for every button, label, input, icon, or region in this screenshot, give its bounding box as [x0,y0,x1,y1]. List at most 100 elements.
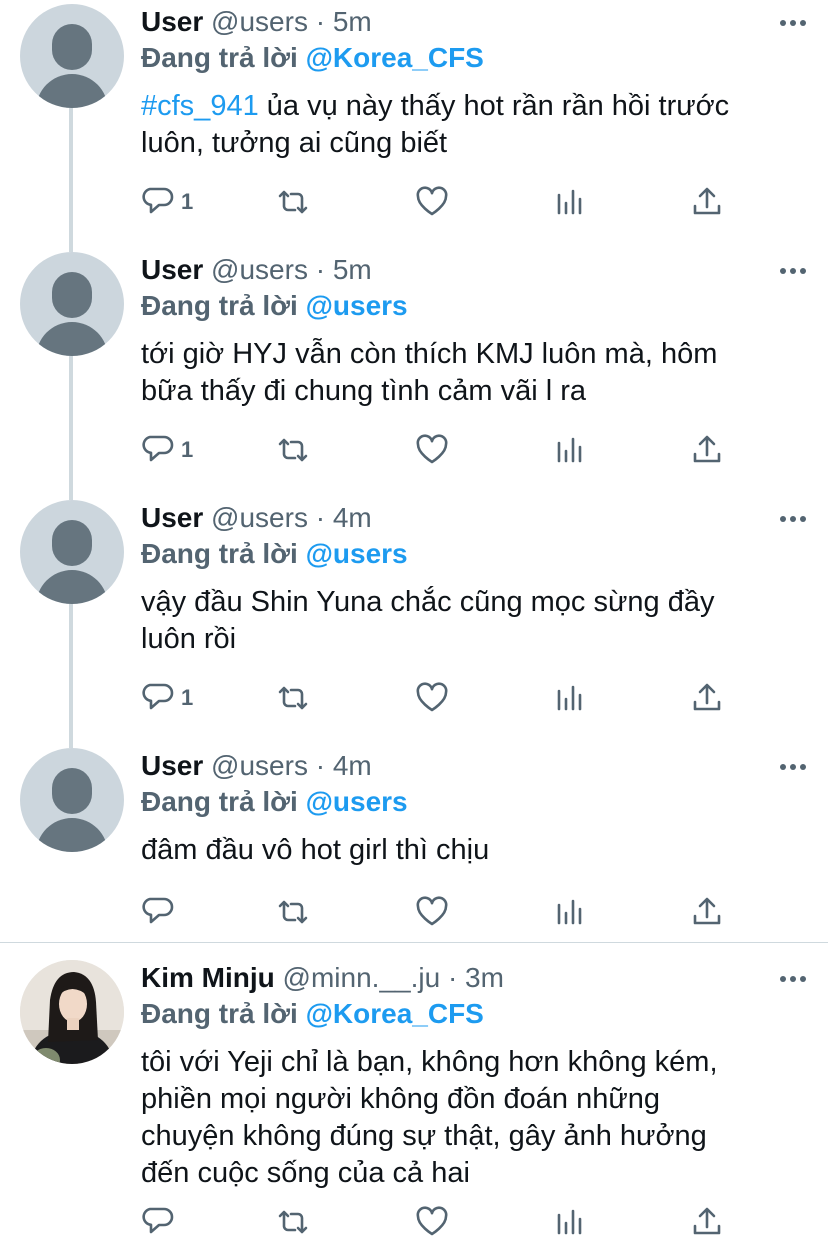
display-name[interactable]: User [141,6,203,37]
analytics-icon [557,899,582,925]
tweet-header: User @users · 5m [141,2,372,42]
user-handle[interactable]: @minn.__.ju [283,962,441,993]
replying-to-label: Đang trả lời [141,998,298,1029]
share-button[interactable] [690,892,724,932]
tweet[interactable]: User @users · 4m Đang trả lời @users vậy… [0,496,828,744]
display-name[interactable]: User [141,254,203,285]
timestamp[interactable]: 3m [465,962,504,993]
divider [0,942,828,943]
like-button[interactable] [415,1202,449,1242]
retweet-icon [278,1210,308,1234]
reply-button[interactable]: 1 [141,678,193,718]
tweet-actions: 1 [141,430,741,470]
analytics-button[interactable] [553,892,587,932]
tweet-text: tôi với Yeji chỉ là bạn, không hơn không… [141,1046,718,1189]
tweet-text: vậy đầu Shin Yuna chắc cũng mọc sừng đầy… [141,586,715,655]
like-button[interactable] [415,182,449,222]
separator-dot: · [315,502,326,533]
analytics-button[interactable] [553,430,587,470]
analytics-button[interactable] [553,678,587,718]
avatar[interactable] [20,748,124,852]
retweet-button[interactable] [276,892,310,932]
reply-icon [142,683,174,710]
reply-icon [142,897,174,924]
analytics-icon [557,685,582,711]
like-button[interactable] [415,430,449,470]
tweet-header: User @users · 4m [141,746,372,786]
mention-link[interactable]: @Korea_CFS [306,42,484,73]
like-icon [416,682,448,712]
reply-icon [142,187,174,214]
replying-to-label: Đang trả lời [141,42,298,73]
tweet[interactable]: Kim Minju @minn.__.ju · 3m Đang trả lời … [0,956,828,1260]
tweet-text: tới giờ HYJ vẫn còn thích KMJ luôn mà, h… [141,338,718,407]
tweet[interactable]: User @users · 5m Đang trả lời @Korea_CFS… [0,0,828,248]
timestamp[interactable]: 4m [333,502,372,533]
display-name[interactable]: User [141,750,203,781]
analytics-button[interactable] [553,182,587,222]
user-handle[interactable]: @users [211,502,308,533]
like-icon [416,186,448,216]
more-icon[interactable] [778,752,808,782]
retweet-icon [278,686,308,710]
retweet-button[interactable] [276,430,310,470]
reply-count: 1 [181,437,194,462]
tweet-actions: 1 [141,678,741,718]
tweet-actions: 1 [141,182,741,222]
separator-dot: · [315,6,326,37]
reply-button[interactable]: 1 [141,182,193,222]
more-icon[interactable] [778,8,808,38]
hashtag-link[interactable]: #cfs_941 [141,90,259,122]
user-handle[interactable]: @users [211,254,308,285]
timestamp[interactable]: 5m [333,6,372,37]
share-button[interactable] [690,678,724,718]
avatar[interactable] [20,960,124,1064]
separator-dot: · [315,254,326,285]
replying-to: Đang trả lời @users [141,782,408,822]
mention-link[interactable]: @users [306,538,408,569]
analytics-icon [557,437,582,463]
mention-link[interactable]: @users [306,290,408,321]
tweet-header: Kim Minju @minn.__.ju · 3m [141,958,504,998]
mention-link[interactable]: @users [306,786,408,817]
tweet-header: User @users · 5m [141,250,372,290]
tweet[interactable]: User @users · 5m Đang trả lời @users tới… [0,248,828,496]
retweet-button[interactable] [276,678,310,718]
like-icon [416,1206,448,1236]
reply-button[interactable]: 1 [141,430,193,470]
separator-dot: · [315,750,326,781]
user-handle[interactable]: @users [211,750,308,781]
reply-button[interactable] [141,892,175,932]
share-icon [693,1207,721,1235]
replying-to: Đang trả lời @Korea_CFS [141,38,484,78]
share-icon [693,897,721,925]
display-name[interactable]: User [141,502,203,533]
more-icon[interactable] [778,256,808,286]
avatar[interactable] [20,252,124,356]
share-button[interactable] [690,1202,724,1242]
more-icon[interactable] [778,504,808,534]
display-name[interactable]: Kim Minju [141,962,275,993]
replying-to-label: Đang trả lời [141,786,298,817]
retweet-icon [278,190,308,214]
user-handle[interactable]: @users [211,6,308,37]
retweet-button[interactable] [276,1202,310,1242]
timestamp[interactable]: 4m [333,750,372,781]
tweet[interactable]: User @users · 4m Đang trả lời @users đâm… [0,744,828,942]
share-button[interactable] [690,430,724,470]
avatar[interactable] [20,500,124,604]
retweet-button[interactable] [276,182,310,222]
reply-button[interactable] [141,1202,175,1242]
mention-link[interactable]: @Korea_CFS [306,998,484,1029]
tweet-actions [141,892,741,932]
analytics-button[interactable] [553,1202,587,1242]
avatar[interactable] [20,4,124,108]
like-button[interactable] [415,892,449,932]
timestamp[interactable]: 5m [333,254,372,285]
like-button[interactable] [415,678,449,718]
share-button[interactable] [690,182,724,222]
more-icon[interactable] [778,964,808,994]
share-icon [693,435,721,463]
analytics-icon [557,1209,582,1235]
replying-to: Đang trả lời @users [141,534,408,574]
